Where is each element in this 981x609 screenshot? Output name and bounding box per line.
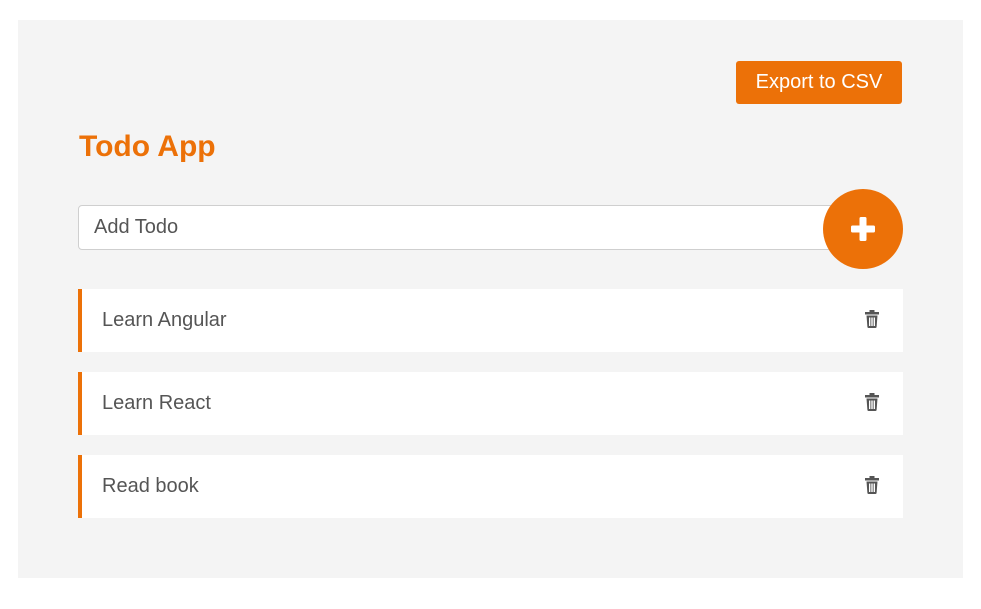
todo-text: Learn React [102,392,211,414]
app-card: Export to CSV Todo App Learn Angular [18,20,963,578]
trash-icon [865,393,879,411]
trash-icon [865,476,879,494]
delete-todo-button[interactable] [861,475,883,497]
add-todo-input[interactable] [78,205,838,250]
todo-text: Learn Angular [102,309,227,331]
todo-text: Read book [102,475,199,497]
plus-icon [851,217,875,241]
trash-icon [865,310,879,328]
todo-item: Learn React [78,372,903,435]
todo-list: Learn Angular Learn React Read book [78,289,903,538]
todo-item: Learn Angular [78,289,903,352]
export-csv-button[interactable]: Export to CSV [736,61,902,104]
delete-todo-button[interactable] [861,392,883,414]
add-todo-button[interactable] [823,189,903,269]
page-title: Todo App [79,130,216,163]
todo-item: Read book [78,455,903,518]
delete-todo-button[interactable] [861,309,883,331]
